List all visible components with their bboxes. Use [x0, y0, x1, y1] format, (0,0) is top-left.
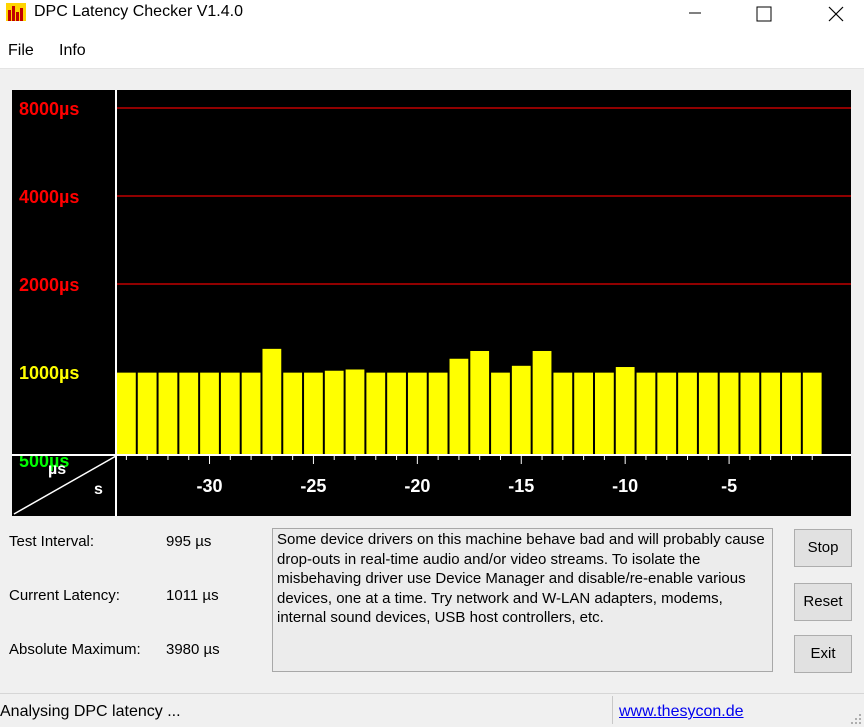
bar-4	[200, 372, 219, 454]
y-tick-label-2000: 2000µs	[19, 275, 79, 295]
bar-31	[761, 372, 781, 454]
bar-15	[428, 372, 448, 454]
bar-18	[491, 372, 510, 454]
x-tick-label--5: -5	[721, 476, 737, 496]
y-tick-label-8000: 8000µs	[19, 99, 79, 119]
maximize-button[interactable]	[740, 0, 786, 26]
menu-bar: File Info	[0, 28, 864, 69]
corner-label-us: µs	[48, 461, 66, 478]
resize-grip-icon[interactable]	[850, 713, 862, 725]
absolute-maximum-value: 3980 µs	[166, 641, 220, 658]
bar-5	[220, 372, 240, 454]
stop-button[interactable]: Stop	[794, 529, 852, 567]
menu-info[interactable]: Info	[59, 42, 86, 60]
window-title: DPC Latency Checker V1.4.0	[34, 3, 243, 20]
app-icon	[6, 3, 26, 21]
status-divider	[612, 696, 613, 724]
bar-9	[304, 372, 323, 454]
absolute-maximum-label: Absolute Maximum:	[9, 641, 141, 658]
minimize-button[interactable]	[672, 0, 718, 26]
bar-26	[657, 372, 677, 454]
bar-6	[241, 372, 261, 454]
y-tick-label-1000: 1000µs	[19, 363, 79, 383]
test-interval-value: 995 µs	[166, 533, 212, 550]
bar-0	[117, 372, 136, 454]
test-interval-label: Test Interval:	[9, 533, 95, 550]
status-text: Analysing DPC latency ...	[0, 703, 181, 720]
bar-21	[553, 372, 573, 454]
latency-chart-svg: 16000µs8000µs4000µs2000µs1000µs500µsµss-…	[12, 11, 851, 516]
x-tick-label--15: -15	[508, 476, 534, 496]
bar-8	[283, 372, 303, 454]
bar-23	[595, 372, 614, 454]
bar-20	[532, 350, 552, 454]
bar-19	[511, 365, 531, 454]
exit-button[interactable]: Exit	[794, 635, 852, 673]
bar-12	[366, 372, 386, 454]
x-tick-label--25: -25	[300, 476, 326, 496]
close-button[interactable]	[812, 0, 858, 26]
bar-29	[719, 372, 739, 454]
bar-16	[449, 358, 469, 454]
latency-chart: 16000µs8000µs4000µs2000µs1000µs500µsµss-…	[12, 11, 851, 516]
bar-3	[179, 372, 199, 454]
bar-11	[345, 369, 365, 454]
bar-32	[782, 372, 801, 454]
current-latency-label: Current Latency:	[9, 587, 120, 604]
minimize-icon	[689, 12, 701, 14]
bar-28	[698, 372, 718, 454]
close-icon	[828, 6, 844, 22]
bar-10	[324, 370, 344, 454]
bar-22	[574, 372, 593, 454]
reset-button[interactable]: Reset	[794, 583, 852, 621]
title-bar: DPC Latency Checker V1.4.0	[0, 0, 864, 28]
bar-2	[158, 372, 178, 454]
bar-1	[137, 372, 157, 454]
bar-17	[470, 350, 490, 454]
bar-33	[802, 372, 822, 454]
bar-7	[262, 348, 282, 454]
current-latency-value: 1011 µs	[166, 587, 219, 604]
website-link[interactable]: www.thesycon.de	[619, 703, 744, 721]
x-tick-label--10: -10	[612, 476, 638, 496]
bar-14	[407, 372, 427, 454]
bar-25	[636, 372, 656, 454]
menu-file[interactable]: File	[8, 42, 34, 60]
bar-27	[678, 372, 697, 454]
message-box: Some device drivers on this machine beha…	[272, 528, 773, 672]
bar-13	[387, 372, 406, 454]
corner-label-s: s	[94, 481, 103, 498]
status-bar: Analysing DPC latency ... www.thesycon.d…	[0, 693, 864, 727]
x-tick-label--30: -30	[197, 476, 223, 496]
bar-30	[740, 372, 760, 454]
x-tick-label--20: -20	[404, 476, 430, 496]
maximize-icon	[756, 6, 772, 22]
y-tick-label-4000: 4000µs	[19, 187, 79, 207]
bar-24	[615, 367, 635, 454]
